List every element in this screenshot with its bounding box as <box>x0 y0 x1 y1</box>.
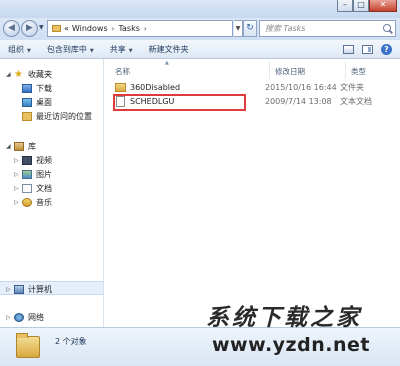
nav-item-label: 音乐 <box>36 198 52 207</box>
nav-item-music[interactable]: ▷ 音乐 <box>14 197 52 208</box>
column-divider[interactable] <box>269 61 270 79</box>
nav-item-videos[interactable]: ▷ 视频 <box>14 155 52 166</box>
library-icon <box>14 142 24 151</box>
nav-computer[interactable]: ▷ 计算机 <box>6 284 52 295</box>
maximize-button[interactable]: □ <box>353 0 369 12</box>
file-name-cell: 360Disabled <box>110 83 265 92</box>
nav-item-label: 桌面 <box>36 98 52 107</box>
address-row: ◀ ▶ ▼ « Windows › Tasks › ▼ ↻ 搜索 Tasks <box>0 18 400 40</box>
forward-button[interactable]: ▶ <box>21 20 38 37</box>
item-count: 2 个对象 <box>55 337 87 346</box>
change-view-icon[interactable] <box>343 44 354 54</box>
chevron-down-icon: ▼ <box>27 47 31 54</box>
title-bar: – □ ✕ <box>0 0 400 18</box>
watermark-url: www.yzdn.net <box>212 334 370 356</box>
folder-icon <box>52 25 61 32</box>
file-row-360disabled[interactable]: 360Disabled 2015/10/16 16:44 文件夹 <box>110 81 395 94</box>
share-label: 共享 <box>109 44 126 54</box>
nav-item-desktop[interactable]: 桌面 <box>22 97 52 108</box>
expand-icon[interactable]: ▷ <box>6 314 14 321</box>
expand-icon[interactable]: ◢ <box>6 143 14 150</box>
computer-icon <box>14 285 24 294</box>
address-bar[interactable]: « Windows › Tasks › <box>47 20 233 37</box>
breadcrumb-separator[interactable]: › <box>144 25 147 33</box>
close-button[interactable]: ✕ <box>369 0 397 12</box>
navigation-pane: ◢ ★ 收藏夹 下载 桌面 最近访问的位置 ◢ 库 ▷ 视频 ▷ 图片 ▷ 文档… <box>0 59 104 327</box>
file-date: 2009/7/14 13:08 <box>265 97 332 106</box>
folder-icon <box>115 83 126 92</box>
nav-libraries[interactable]: ◢ 库 <box>6 141 36 152</box>
breadcrumb-tasks[interactable]: Tasks <box>118 24 139 33</box>
organize-menu[interactable]: 组织 ▼ <box>0 44 39 55</box>
recent-pages-dropdown[interactable]: ▼ <box>39 24 44 31</box>
nav-item-recent-places[interactable]: 最近访问的位置 <box>22 111 92 122</box>
music-icon <box>22 198 32 207</box>
nav-computer-label: 计算机 <box>28 285 52 294</box>
nav-item-label: 图片 <box>36 170 52 179</box>
refresh-button[interactable]: ↻ <box>243 20 257 37</box>
folder-icon <box>16 333 40 358</box>
nav-libraries-label: 库 <box>28 142 36 151</box>
file-type: 文本文档 <box>340 97 372 106</box>
chevron-down-icon: ▼ <box>128 47 133 54</box>
pictures-icon <box>22 170 32 179</box>
nav-network[interactable]: ▷ 网络 <box>6 312 44 323</box>
desktop-icon <box>22 98 32 107</box>
new-folder-button[interactable]: 新建文件夹 <box>141 44 197 55</box>
expand-icon[interactable]: ▷ <box>14 171 22 178</box>
nav-item-documents[interactable]: ▷ 文档 <box>14 183 52 194</box>
column-header-name[interactable]: 名称 <box>115 66 130 77</box>
breadcrumb-overflow[interactable]: « <box>64 24 69 33</box>
file-type: 文件夹 <box>340 83 364 92</box>
breadcrumb-separator[interactable]: › <box>112 25 115 33</box>
nav-favorites[interactable]: ◢ ★ 收藏夹 <box>6 69 52 80</box>
network-icon <box>14 313 24 322</box>
nav-item-label: 视频 <box>36 156 52 165</box>
nav-item-label: 下载 <box>36 84 52 93</box>
help-icon[interactable]: ? <box>381 43 392 55</box>
nav-item-label: 文档 <box>36 184 52 193</box>
view-controls: ? <box>343 43 400 55</box>
preview-pane-icon[interactable] <box>362 44 373 54</box>
star-icon: ★ <box>14 69 23 80</box>
column-header-type[interactable]: 类型 <box>351 66 366 77</box>
expand-icon[interactable]: ▷ <box>14 185 22 192</box>
search-placeholder: 搜索 Tasks <box>265 24 306 33</box>
chevron-down-icon: ▼ <box>89 47 94 54</box>
address-dropdown[interactable]: ▼ <box>234 20 243 37</box>
search-icon <box>383 24 391 32</box>
nav-item-downloads[interactable]: 下载 <box>22 83 52 94</box>
include-in-library-label: 包含到库中 <box>46 44 87 54</box>
back-button[interactable]: ◀ <box>3 20 20 37</box>
recent-places-icon <box>22 112 32 121</box>
window-controls: – □ ✕ <box>337 0 397 12</box>
share-menu[interactable]: 共享 ▼ <box>102 44 141 55</box>
nav-favorites-label: 收藏夹 <box>28 70 52 79</box>
file-list-pane: ▲ 名称 修改日期 类型 360Disabled 2015/10/16 16:4… <box>105 59 400 327</box>
command-bar: 组织 ▼ 包含到库中 ▼ 共享 ▼ 新建文件夹 ? <box>0 40 400 59</box>
videos-icon <box>22 156 32 165</box>
expand-icon[interactable]: ▷ <box>6 286 14 293</box>
search-input[interactable]: 搜索 Tasks <box>259 20 396 37</box>
organize-label: 组织 <box>8 44 24 54</box>
highlight-annotation-box <box>113 94 246 111</box>
include-in-library-menu[interactable]: 包含到库中 ▼ <box>39 44 102 55</box>
column-header-date[interactable]: 修改日期 <box>275 66 305 77</box>
nav-item-label: 最近访问的位置 <box>36 112 92 121</box>
file-date: 2015/10/16 16:44 <box>265 83 337 92</box>
nav-network-label: 网络 <box>28 313 44 322</box>
expand-icon[interactable]: ▷ <box>14 199 22 206</box>
sort-indicator-icon: ▲ <box>165 60 169 66</box>
downloads-folder-icon <box>22 84 32 93</box>
watermark-logo: 系统下载之家 <box>206 304 362 331</box>
column-divider[interactable] <box>345 61 346 79</box>
expand-icon[interactable]: ◢ <box>6 71 14 78</box>
expand-icon[interactable]: ▷ <box>14 157 22 164</box>
nav-item-pictures[interactable]: ▷ 图片 <box>14 169 52 180</box>
breadcrumb-windows[interactable]: Windows <box>72 24 108 33</box>
minimize-button[interactable]: – <box>337 0 353 12</box>
documents-icon <box>22 184 32 193</box>
file-name: 360Disabled <box>130 83 181 92</box>
